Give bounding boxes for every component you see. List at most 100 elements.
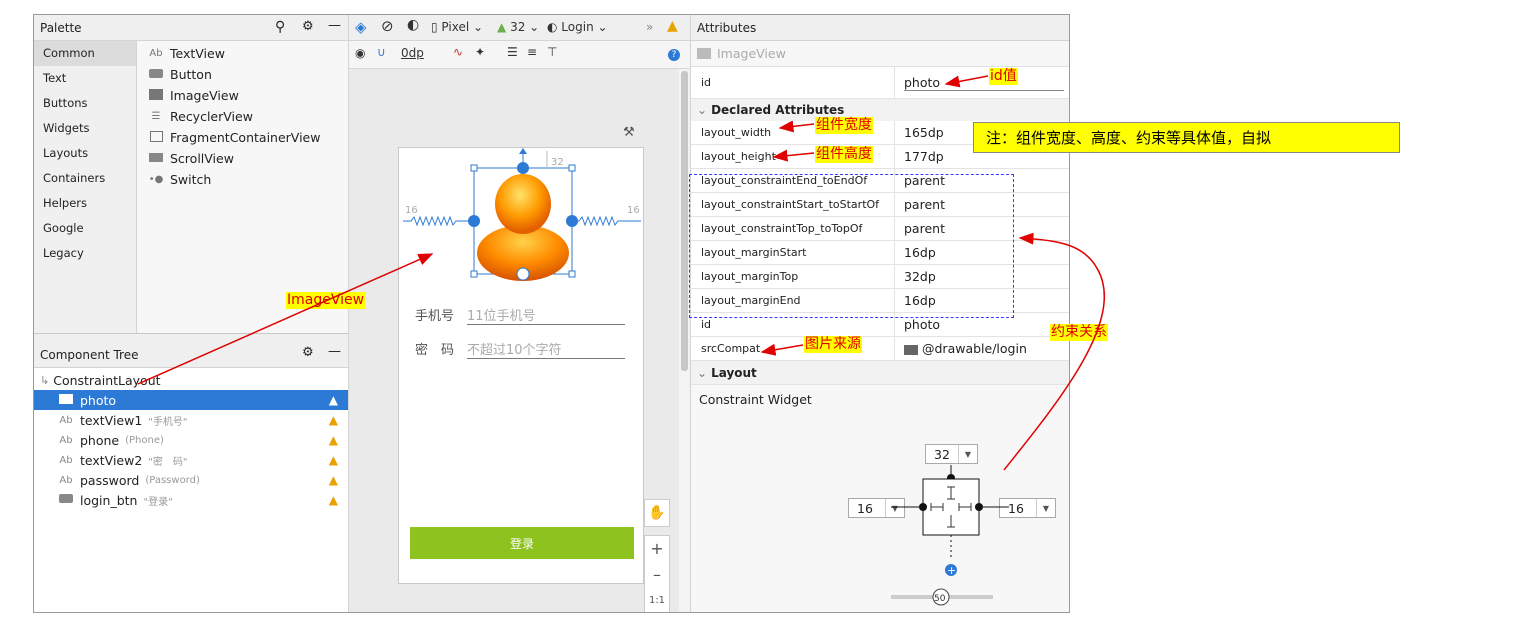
warning-icon[interactable]: ▲ — [329, 413, 338, 427]
declared-attributes-section[interactable]: ⌄ Declared Attributes — [691, 99, 1069, 121]
constraint-toolbar: ◉ ∪ 0dp ∿ ✦ ☰ ≡ ⊤ ? — [349, 41, 690, 69]
attr-row[interactable]: srcCompat @drawable/login — [691, 337, 1069, 361]
text-icon: Ab — [59, 454, 73, 466]
gear-icon[interactable]: ⚙ — [302, 19, 314, 34]
annotation-imageview: ImageView — [286, 292, 366, 309]
annotation-width: 组件宽度 — [815, 117, 873, 134]
design-surface-icon[interactable]: ◈ — [355, 18, 367, 36]
wrench-icon[interactable]: ⚒ — [623, 125, 635, 140]
palette-item-button[interactable]: Button — [138, 64, 348, 85]
phone-input[interactable]: 11位手机号 — [467, 305, 625, 325]
password-label: 密 码 — [415, 343, 455, 358]
category-google[interactable]: Google — [34, 216, 136, 241]
warning-icon[interactable]: ▲ — [329, 493, 338, 507]
zoom-in-icon[interactable]: + — [645, 536, 669, 562]
constraints-highlight-box — [689, 174, 1014, 318]
gear-icon[interactable]: ⚙ — [302, 345, 314, 360]
warning-icon[interactable]: ▲ — [667, 18, 678, 34]
canvas-scrollbar[interactable] — [679, 69, 690, 612]
tree-root[interactable]: ↳ ConstraintLayout — [34, 370, 348, 390]
margin-top-dropdown[interactable]: 32 ▼ — [925, 444, 979, 464]
error-icon[interactable]: ▲ — [329, 393, 338, 407]
image-icon — [697, 48, 711, 59]
align-icon[interactable]: ≡ — [527, 45, 537, 59]
zoom-actual-size[interactable]: 1:1 — [645, 588, 669, 612]
palette-item-imageview[interactable]: ImageView — [138, 85, 348, 106]
login-button[interactable]: 登录 — [410, 527, 634, 559]
minimize-icon[interactable]: — — [328, 344, 341, 359]
tree-row-password[interactable]: Ab password (Password) ▲ — [34, 470, 348, 490]
chevron-down-icon: ⌄ — [697, 365, 708, 380]
design-toolbar: ◈ ⊘ ◐ ▯ Pixel ⌄ ▲ 32 ⌄ ◐ Login ⌄ » ▲ — [349, 15, 690, 41]
theme-selector[interactable]: ◐ Login ⌄ — [547, 20, 608, 34]
pack-icon[interactable]: ☰ — [507, 45, 518, 59]
palette-item-fragmentcontainerview[interactable]: FragmentContainerView — [138, 127, 348, 148]
image-icon — [58, 393, 74, 407]
search-icon[interactable]: ⚲ — [275, 19, 285, 35]
guidelines-icon[interactable]: ⊤ — [547, 45, 557, 59]
palette-item-recyclerview[interactable]: ☰ RecyclerView — [138, 106, 348, 127]
annotation-image-source: 图片来源 — [804, 336, 862, 353]
device-selector[interactable]: ▯ Pixel ⌄ — [431, 20, 483, 34]
fragment-icon — [148, 130, 164, 145]
palette-item-switch[interactable]: •● Switch — [138, 169, 348, 190]
tree-row-phone[interactable]: Ab phone (Phone) ▲ — [34, 430, 348, 450]
pan-hand-icon[interactable]: ✋ — [644, 499, 670, 527]
palette-item-scrollview[interactable]: ScrollView — [138, 148, 348, 169]
attr-key: id — [691, 67, 895, 98]
constraint-widget-title: Constraint Widget — [699, 391, 812, 407]
default-margin[interactable]: 0dp — [401, 46, 424, 60]
clear-constraints-icon[interactable]: ∿ — [453, 45, 463, 59]
image-icon — [148, 88, 164, 103]
category-buttons[interactable]: Buttons — [34, 91, 136, 116]
warning-icon[interactable]: ▲ — [329, 473, 338, 487]
tree-row-photo[interactable]: photo ▲ — [34, 390, 348, 410]
top-arrow — [519, 148, 527, 154]
id-input[interactable]: photo — [895, 75, 1064, 91]
infer-constraints-icon[interactable]: ✦ — [475, 45, 485, 59]
tree-row-login-btn[interactable]: login_btn "登录" ▲ — [34, 490, 348, 510]
eye-icon[interactable]: ◉ — [355, 46, 365, 60]
orientation-icon[interactable]: ⊘ — [381, 17, 394, 35]
constraint-widget-diagram: + 50 — [891, 465, 1009, 606]
annotation-note: 注：组件宽度、高度、约束等具体值，自拟 — [973, 122, 1400, 153]
minimize-icon[interactable]: — — [328, 18, 341, 33]
category-containers[interactable]: Containers — [34, 166, 136, 191]
layout-section[interactable]: ⌄ Layout — [691, 361, 1069, 385]
attributes-widget-type: ImageView — [691, 41, 1069, 67]
attributes-title: Attributes — [697, 20, 757, 35]
password-input[interactable]: 不超过10个字符 — [467, 339, 625, 359]
scroll-icon — [148, 152, 164, 165]
category-common[interactable]: Common — [34, 41, 136, 66]
magnet-icon[interactable]: ∪ — [377, 45, 386, 59]
category-widgets[interactable]: Widgets — [34, 116, 136, 141]
warning-icon[interactable]: ▲ — [329, 433, 338, 447]
tree-row-textview1[interactable]: Ab textView1 "手机号" ▲ — [34, 410, 348, 430]
text-icon: Ab — [59, 474, 73, 486]
category-layouts[interactable]: Layouts — [34, 141, 136, 166]
svg-text:+: + — [947, 564, 956, 577]
attributes-header: Attributes — [691, 15, 1069, 41]
annotation-id-value: id值 — [989, 68, 1018, 85]
warning-icon[interactable]: ▲ — [329, 453, 338, 467]
zoom-out-icon[interactable]: – — [645, 562, 669, 588]
palette-panel: Palette ⚲ ⚙ — Common Text Buttons Widget… — [34, 15, 349, 333]
help-icon[interactable]: ? — [668, 49, 680, 61]
avatar-head — [495, 174, 551, 234]
annotation-constraints: 约束关系 — [1050, 324, 1108, 341]
margin-left-label: 16 — [405, 205, 418, 216]
category-text[interactable]: Text — [34, 66, 136, 91]
bias-value: 50 — [934, 594, 946, 604]
palette-header: Palette ⚲ ⚙ — — [34, 15, 348, 41]
text-icon: Ab — [59, 434, 73, 446]
api-selector[interactable]: ▲ 32 ⌄ — [497, 20, 539, 34]
overflow-icon[interactable]: » — [646, 20, 653, 34]
night-mode-icon[interactable]: ◐ — [407, 17, 419, 33]
category-legacy[interactable]: Legacy — [34, 241, 136, 266]
photo-imageview[interactable]: 32 16 16 — [399, 148, 645, 308]
android-icon: ▲ — [497, 20, 507, 34]
tree-row-textview2[interactable]: Ab textView2 "密 码" ▲ — [34, 450, 348, 470]
palette-item-textview[interactable]: Ab TextView — [138, 43, 348, 64]
margin-right-label: 16 — [627, 205, 640, 216]
category-helpers[interactable]: Helpers — [34, 191, 136, 216]
